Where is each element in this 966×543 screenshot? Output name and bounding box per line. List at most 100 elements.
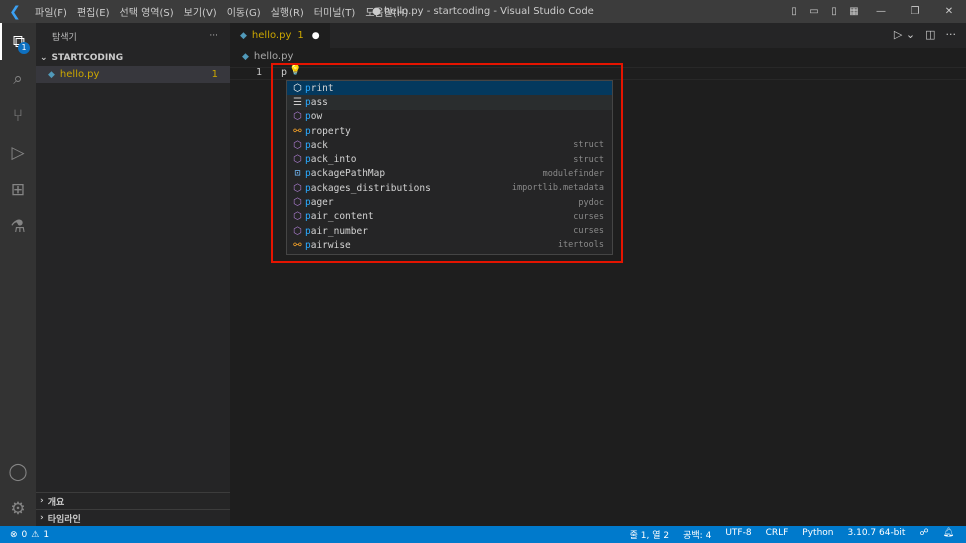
- suggestion-item[interactable]: ⬡ print: [287, 81, 612, 96]
- error-icon: ⊗: [10, 529, 18, 540]
- notifications-bell-icon[interactable]: 🔔︎: [943, 528, 954, 541]
- menu-item[interactable]: 편집(E): [72, 4, 115, 19]
- python-file-icon: ◆: [48, 69, 55, 80]
- explorer-sidebar: 탐색기 ··· ⌄ STARTCODING ◆ hello.py 1 › 개요 › 타임라인: [36, 23, 230, 526]
- suggestion-item[interactable]: ⬡ pager pydoc: [287, 195, 612, 209]
- label-rest: ow: [310, 111, 323, 123]
- suggestion-item[interactable]: ⬡ packages_distributions importlib.metadat…: [287, 181, 612, 195]
- split-editor-icon[interactable]: ◫: [925, 28, 935, 41]
- suggestion-item[interactable]: ⊡ packagePathMap modulefinder: [287, 167, 612, 181]
- run-python-file-icon[interactable]: ▷ ⌄: [894, 28, 915, 41]
- menu-item[interactable]: 실행(R): [266, 4, 309, 19]
- python-file-icon: ◆: [242, 51, 249, 62]
- menu-item[interactable]: 터미널(T): [309, 4, 361, 19]
- tab-problem-count: 1: [297, 30, 304, 41]
- search-icon[interactable]: ⌕: [0, 60, 36, 97]
- menu-item[interactable]: 파일(F): [30, 4, 72, 19]
- end-of-line[interactable]: CRLF: [766, 528, 789, 541]
- folder-label: STARTCODING: [51, 52, 124, 63]
- menu-item[interactable]: 선택 영역(S): [115, 4, 179, 19]
- label-rest: air_number: [310, 225, 368, 237]
- suggestion-label: pair_content: [305, 211, 374, 222]
- tab-label: hello.py: [251, 30, 292, 41]
- menu-item[interactable]: 이동(G): [222, 4, 266, 19]
- suggestion-detail: curses: [573, 226, 604, 237]
- method-icon: ⬡: [293, 139, 302, 151]
- method-icon: ⬡: [293, 82, 302, 94]
- suggestion-label: pager: [305, 197, 334, 208]
- python-file-icon: ◆: [240, 30, 247, 41]
- suggestion-item[interactable]: ⚯ pairwise itertools: [287, 238, 612, 252]
- suggestion-detail: struct: [573, 154, 604, 165]
- chevron-right-icon: ›: [40, 496, 44, 506]
- suggestion-item[interactable]: ⚯ property: [287, 124, 612, 138]
- timeline-label: 타임라인: [47, 514, 81, 525]
- file-item-hello-py[interactable]: ◆ hello.py 1: [36, 66, 230, 83]
- sidebar-title: 탐색기: [52, 32, 77, 43]
- title-bar: ❮ 파일(F) 편집(E) 선택 영역(S) 보기(V) 이동(G) 실행(R) 터미널(T…: [0, 0, 966, 23]
- suggestion-item[interactable]: ⬡ pair_number curses: [287, 224, 612, 238]
- unsaved-dot-icon[interactable]: ●: [312, 31, 320, 41]
- suggestion-label: pack_into: [305, 154, 357, 165]
- customize-layout-icon[interactable]: ▦: [844, 6, 864, 17]
- suggestion-label: pair_number: [305, 226, 368, 237]
- suggestion-item[interactable]: ⬡ pair_content curses: [287, 210, 612, 224]
- chevron-right-icon: ›: [40, 513, 44, 523]
- label-rest: ack: [310, 139, 328, 151]
- suggestion-label: pass: [305, 97, 328, 108]
- folder-startcoding[interactable]: ⌄ STARTCODING: [36, 49, 230, 66]
- run-debug-icon[interactable]: ▷: [0, 134, 36, 171]
- close-button[interactable]: ✕: [932, 6, 966, 17]
- suggestion-item[interactable]: ⬡ pack_into struct: [287, 152, 612, 166]
- more-actions-button[interactable]: ···: [209, 31, 218, 41]
- status-bar: ⊗ 0 ⚠ 1 줄 1, 열 2 공백: 4 UTF-8 CRLF Python 3.…: [0, 526, 966, 543]
- explorer-icon[interactable]: ⧉ 1: [0, 23, 36, 60]
- label-rest: airwise: [310, 239, 351, 251]
- menu-item[interactable]: 도움말(H): [360, 4, 413, 19]
- indentation[interactable]: 공백: 4: [683, 528, 711, 541]
- source-control-icon[interactable]: ⑂: [0, 97, 36, 134]
- timeline-section[interactable]: › 타임라인: [36, 509, 230, 526]
- tab-hello-py[interactable]: ◆ hello.py 1 ●: [230, 23, 330, 48]
- more-actions-icon[interactable]: ···: [946, 28, 957, 41]
- problems-status[interactable]: ⊗ 0 ⚠ 1: [0, 530, 49, 540]
- label-rest: ackages_distributions: [310, 182, 431, 194]
- variable-icon: ⊡: [294, 168, 301, 180]
- toggle-secondary-sidebar-icon[interactable]: ▯: [824, 6, 844, 17]
- suggestion-item[interactable]: ⬡ pack struct: [287, 138, 612, 152]
- suggestion-detail: importlib.metadata: [511, 183, 604, 194]
- language-mode[interactable]: Python: [802, 528, 833, 541]
- outline-section[interactable]: › 개요: [36, 492, 230, 509]
- suggestion-detail: struct: [573, 140, 604, 151]
- feedback-icon[interactable]: ☍: [919, 528, 928, 541]
- testing-icon[interactable]: ⚗: [0, 208, 36, 245]
- extensions-icon[interactable]: ⊞: [0, 171, 36, 208]
- suggestion-item[interactable]: ⬡ pow: [287, 110, 612, 124]
- label-rest: roperty: [310, 125, 351, 137]
- suggest-widget: ⬡ print ☰ pass ⬡ pow ⚯ property ⬡ pack struct ⬡ pack…: [286, 80, 613, 255]
- minimize-button[interactable]: —: [864, 6, 898, 17]
- account-icon[interactable]: ◯: [0, 453, 36, 490]
- explorer-badge: 1: [18, 42, 30, 54]
- menu-item[interactable]: 보기(V): [179, 4, 222, 19]
- settings-gear-icon[interactable]: ⚙: [0, 490, 36, 527]
- suggestion-label: pack: [305, 140, 328, 151]
- toggle-panel-icon[interactable]: ▭: [804, 6, 824, 17]
- maximize-button[interactable]: ❐: [898, 6, 932, 17]
- method-icon: ⬡: [293, 154, 302, 166]
- suggestion-detail: itertools: [557, 240, 604, 251]
- cursor-position[interactable]: 줄 1, 열 2: [630, 528, 669, 541]
- problem-count: 1: [211, 69, 218, 80]
- python-interpreter[interactable]: 3.10.7 64-bit: [848, 528, 906, 541]
- suggestion-label: pow: [305, 111, 322, 122]
- method-icon: ⬡: [293, 182, 302, 194]
- encoding[interactable]: UTF-8: [725, 528, 751, 541]
- suggestion-label: pairwise: [305, 240, 351, 251]
- warning-icon: ⚠: [31, 529, 40, 540]
- toggle-sidebar-icon[interactable]: ▯: [784, 6, 804, 17]
- suggestion-item[interactable]: ☰ pass: [287, 95, 612, 110]
- method-icon: ⬡: [293, 197, 302, 209]
- suggestion-detail: curses: [573, 211, 604, 222]
- file-label: hello.py: [59, 69, 100, 80]
- label-rest: ager: [310, 197, 334, 209]
